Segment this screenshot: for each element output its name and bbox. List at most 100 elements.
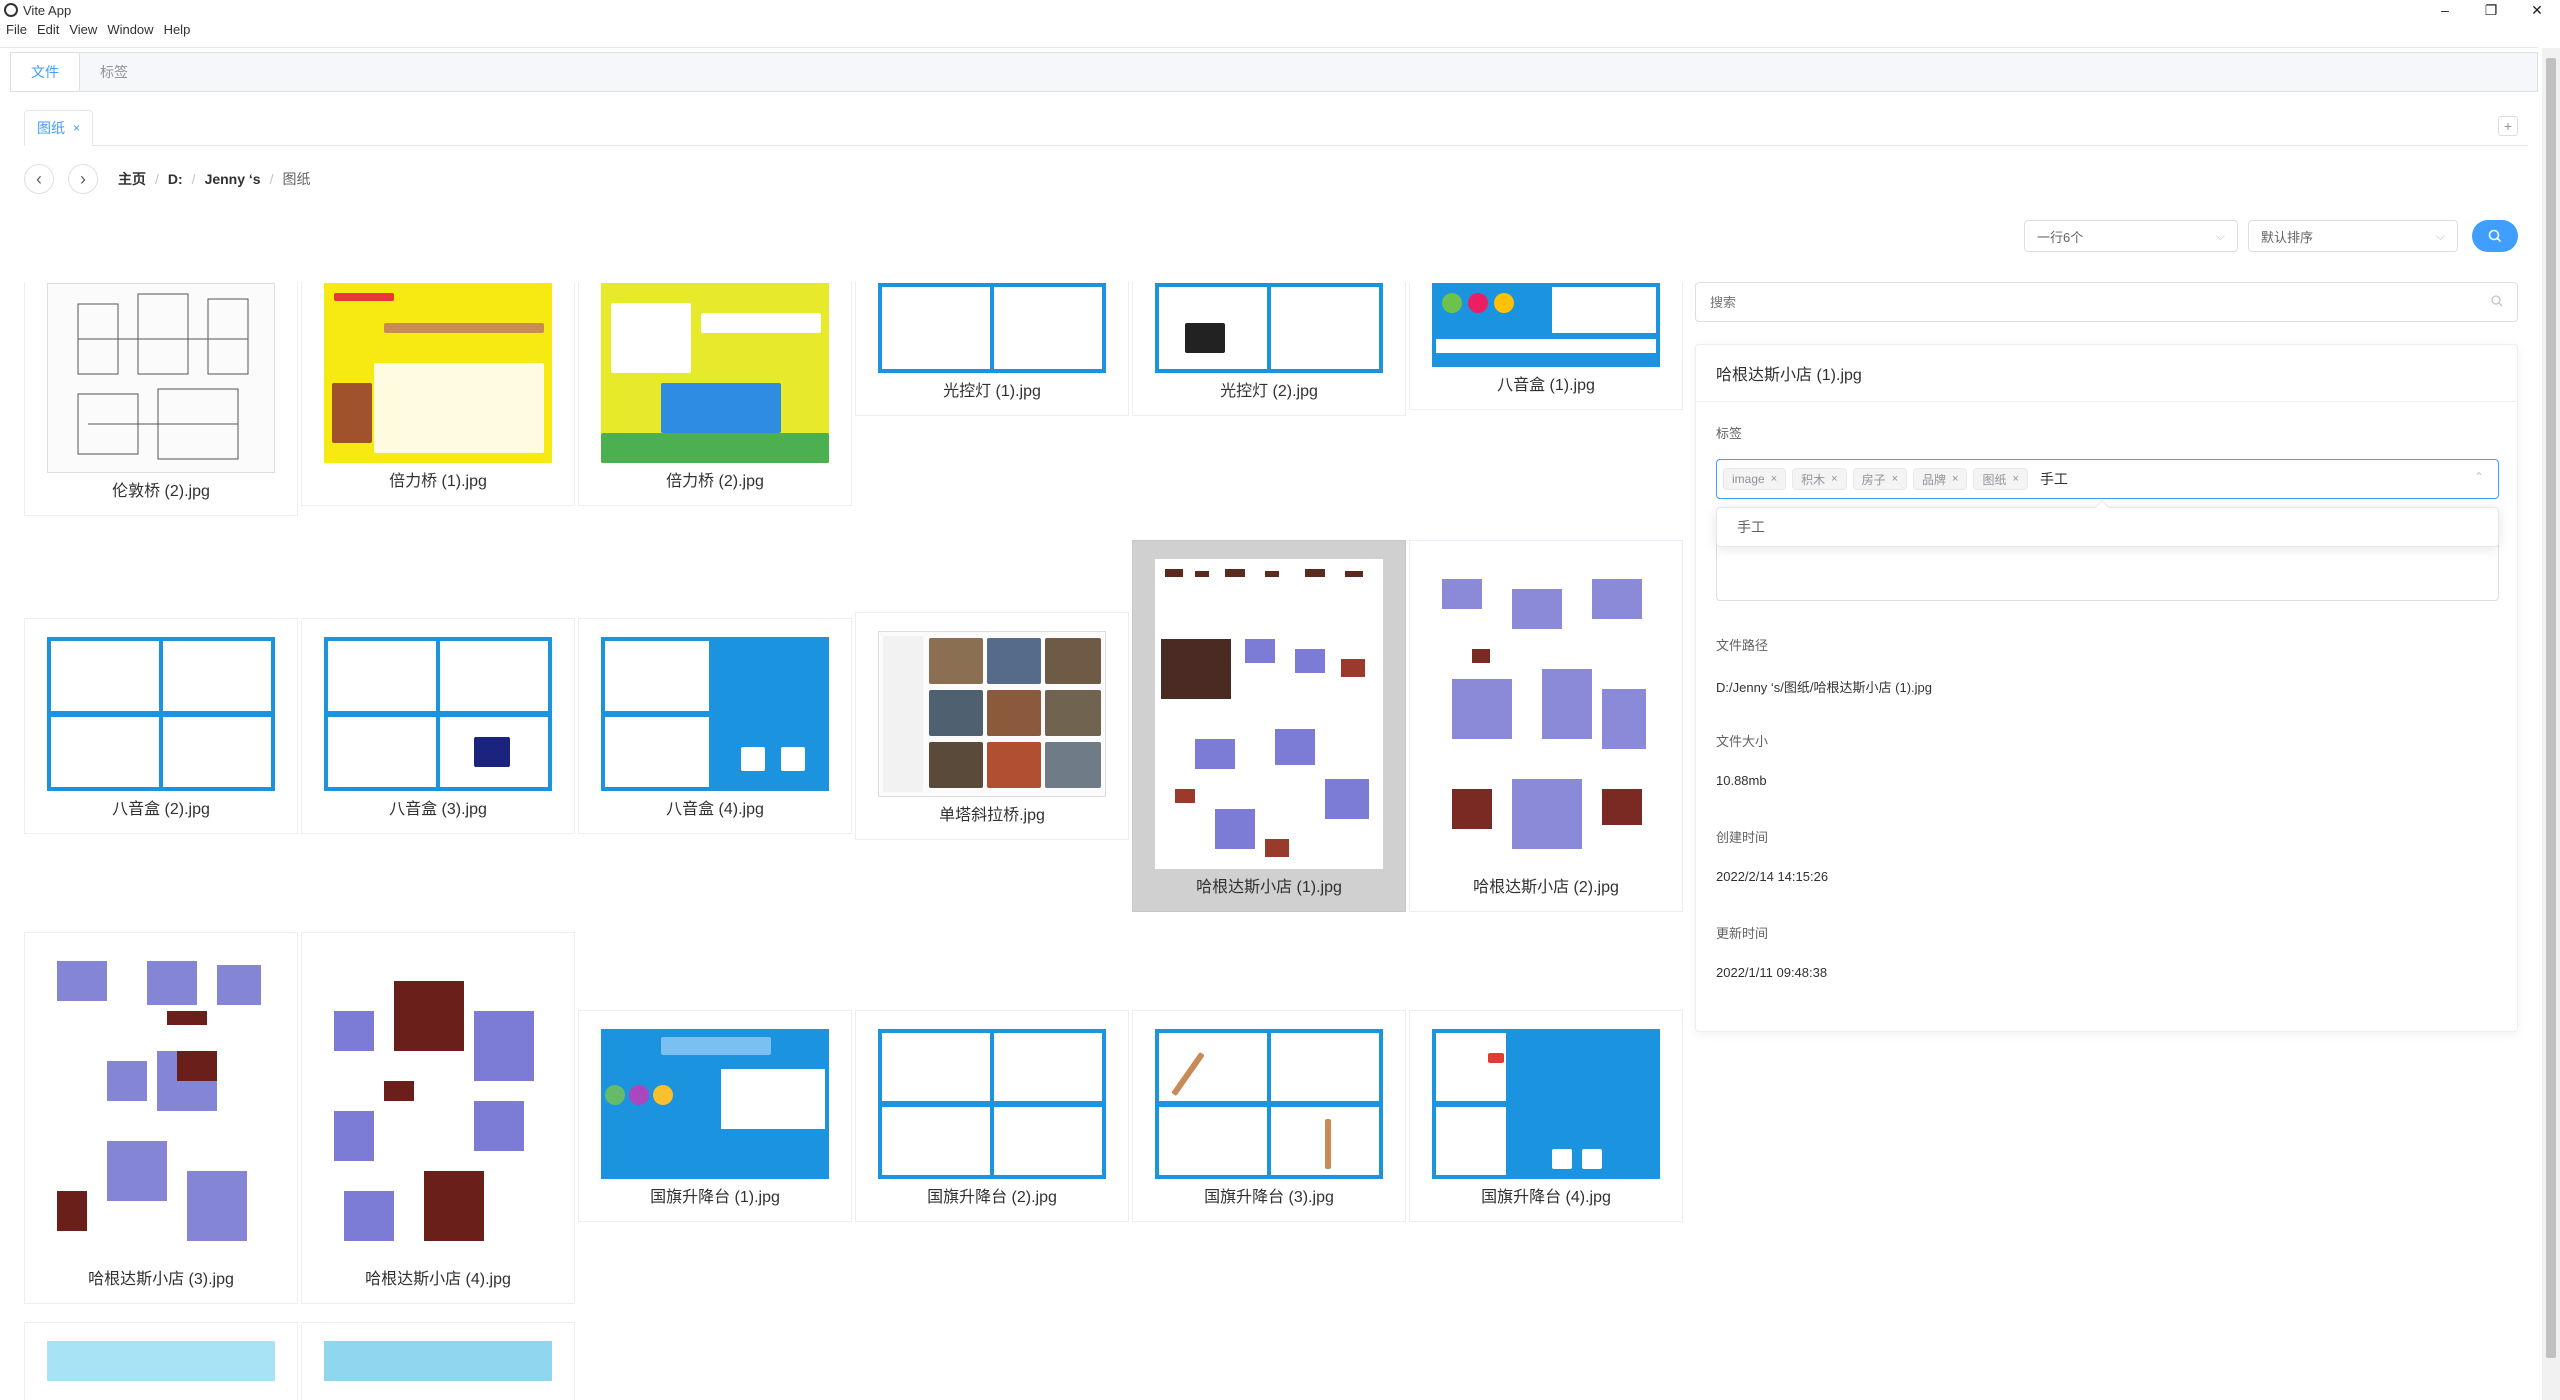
tags-input[interactable]: image × 积木 × 房子 × 品牌 × 图纸 × 手工 ⌃ xyxy=(1716,459,2499,499)
file-name: 哈根达斯小店 (2).jpg xyxy=(1473,879,1619,896)
close-window-button[interactable]: ✕ xyxy=(2514,0,2560,20)
file-card[interactable]: 哈根达斯小店 (3).jpg xyxy=(24,932,298,1304)
scrollbar-thumb[interactable] xyxy=(2546,58,2556,1358)
menu-bar: File Edit View Window Help xyxy=(0,22,200,42)
close-icon[interactable]: × xyxy=(1892,473,1898,485)
breadcrumb-drive[interactable]: D: xyxy=(168,171,183,187)
add-tab-button[interactable]: + xyxy=(2498,116,2518,136)
file-name: 国旗升降台 (2).jpg xyxy=(927,1189,1057,1206)
file-name: 哈根达斯小店 (4).jpg xyxy=(365,1271,511,1288)
file-card[interactable]: 八音盒 (4).jpg xyxy=(578,618,852,834)
back-button[interactable]: ‹ xyxy=(24,164,54,194)
tag-chip: 图纸 × xyxy=(1973,468,2028,490)
file-info-card: 哈根达斯小店 (1).jpg 标签 image × 积木 × 房子 × 品牌 × 图纸 ×… xyxy=(1695,344,2518,1032)
file-name: 八音盒 (1).jpg xyxy=(1497,377,1595,394)
file-name: 光控灯 (1).jpg xyxy=(943,383,1041,400)
file-card[interactable]: 哈根达斯小店 (4).jpg xyxy=(301,932,575,1304)
file-card[interactable]: 国旗升降台 (2).jpg xyxy=(855,1010,1129,1222)
thumbnail xyxy=(1155,559,1383,869)
per-row-select[interactable]: 一行6个 ⌵ xyxy=(2024,220,2238,252)
file-grid: 伦敦桥 (2).jpg 倍力桥 (1).jpg 倍力桥 (2).jpg 光控灯 … xyxy=(0,282,1690,1400)
menu-file[interactable]: File xyxy=(6,22,27,42)
size-label: 文件大小 xyxy=(1716,734,1769,749)
size-value: 10.88mb xyxy=(1716,773,1767,788)
close-tab-icon[interactable]: × xyxy=(73,121,80,135)
breadcrumb-home[interactable]: 主页 xyxy=(118,169,146,189)
main-tabs: 文件 标签 xyxy=(10,52,2538,92)
chevron-up-icon[interactable]: ⌃ xyxy=(2474,470,2484,484)
file-name: 八音盒 (3).jpg xyxy=(389,801,487,818)
panel-search[interactable] xyxy=(1695,282,2518,322)
file-card[interactable]: 国旗升降台 (4).jpg xyxy=(1409,1010,1683,1222)
menu-view[interactable]: View xyxy=(69,22,97,42)
tag-suggestion-dropdown: 手工 xyxy=(1716,499,2499,547)
file-name: 国旗升降台 (4).jpg xyxy=(1481,1189,1611,1206)
close-icon[interactable]: × xyxy=(2013,473,2019,485)
file-name: 哈根达斯小店 (1).jpg xyxy=(1196,879,1342,896)
app-icon xyxy=(4,3,18,17)
file-card[interactable]: 倍力桥 (2).jpg xyxy=(578,282,852,506)
tag-input-text[interactable]: 手工 xyxy=(2040,469,2068,489)
file-card[interactable] xyxy=(301,1322,575,1400)
file-card[interactable]: 国旗升降台 (3).jpg xyxy=(1132,1010,1406,1222)
file-name: 国旗升降台 (3).jpg xyxy=(1204,1189,1334,1206)
close-icon[interactable]: × xyxy=(1952,473,1958,485)
updated-value: 2022/1/11 09:48:38 xyxy=(1716,965,1828,980)
tab-files[interactable]: 文件 xyxy=(11,53,80,91)
window-title: Vite App xyxy=(23,2,72,18)
breadcrumb: 主页 / D: / Jenny ‘s / 图纸 xyxy=(118,169,311,189)
menu-edit[interactable]: Edit xyxy=(37,22,59,42)
tag-chip: 品牌 × xyxy=(1913,468,1968,490)
file-name: 八音盒 (2).jpg xyxy=(112,801,210,818)
tab-tags[interactable]: 标签 xyxy=(80,53,148,91)
breadcrumb-folder[interactable]: Jenny ‘s xyxy=(205,171,261,187)
thumbnail xyxy=(47,637,275,791)
thumbnail xyxy=(601,637,829,791)
thumbnail xyxy=(601,1029,829,1179)
close-icon[interactable]: × xyxy=(1831,473,1837,485)
thumbnail xyxy=(1432,283,1660,367)
tag-chip: image × xyxy=(1723,468,1787,490)
file-card[interactable]: 国旗升降台 (1).jpg xyxy=(578,1010,852,1222)
restore-button[interactable]: ❐ xyxy=(2468,0,2514,20)
menu-window[interactable]: Window xyxy=(107,22,153,42)
file-card[interactable]: 光控灯 (1).jpg xyxy=(855,282,1129,416)
tag-chip: 积木 × xyxy=(1792,468,1847,490)
search-button[interactable] xyxy=(2472,220,2518,252)
tab-drawings[interactable]: 图纸 × xyxy=(24,110,94,146)
sort-select[interactable]: 默认排序 ⌵ xyxy=(2248,220,2458,252)
file-card-selected[interactable]: 哈根达斯小店 (1).jpg xyxy=(1132,540,1406,912)
path-label: 文件路径 xyxy=(1716,638,1769,653)
file-card[interactable]: 倍力桥 (1).jpg xyxy=(301,282,575,506)
file-card[interactable]: 光控灯 (2).jpg xyxy=(1132,282,1406,416)
file-name: 光控灯 (2).jpg xyxy=(1220,383,1318,400)
thumbnail xyxy=(601,283,829,463)
search-input[interactable] xyxy=(1710,294,2410,310)
thumbnail xyxy=(878,283,1106,373)
file-card[interactable] xyxy=(24,1322,298,1400)
tag-chip: 房子 × xyxy=(1852,468,1908,490)
close-icon[interactable]: × xyxy=(1771,473,1777,485)
file-card[interactable]: 伦敦桥 (2).jpg xyxy=(24,282,298,516)
file-card[interactable]: 八音盒 (1).jpg xyxy=(1409,282,1683,410)
thumbnail xyxy=(47,1341,275,1381)
file-card[interactable]: 八音盒 (2).jpg xyxy=(24,618,298,834)
file-card[interactable]: 哈根达斯小店 (2).jpg xyxy=(1409,540,1683,912)
menu-help[interactable]: Help xyxy=(164,22,191,42)
tab-underline xyxy=(24,145,2528,146)
suggestion-item[interactable]: 手工 xyxy=(1737,517,1765,537)
file-card[interactable]: 八音盒 (3).jpg xyxy=(301,618,575,834)
minimize-button[interactable]: – xyxy=(2422,0,2468,20)
updated-label: 更新时间 xyxy=(1716,926,1769,941)
thumbnail xyxy=(47,283,275,473)
forward-button[interactable]: › xyxy=(68,164,98,194)
scrollbar[interactable] xyxy=(2542,48,2560,1400)
search-icon xyxy=(2491,294,2503,310)
thumbnail xyxy=(878,631,1106,797)
file-name: 八音盒 (4).jpg xyxy=(666,801,764,818)
file-card[interactable]: 单塔斜拉桥.jpg xyxy=(855,612,1129,840)
thumbnail xyxy=(47,951,275,1261)
thumbnail xyxy=(324,951,552,1261)
chevron-down-icon: ⌵ xyxy=(2435,228,2445,243)
thumbnail xyxy=(324,1341,552,1381)
